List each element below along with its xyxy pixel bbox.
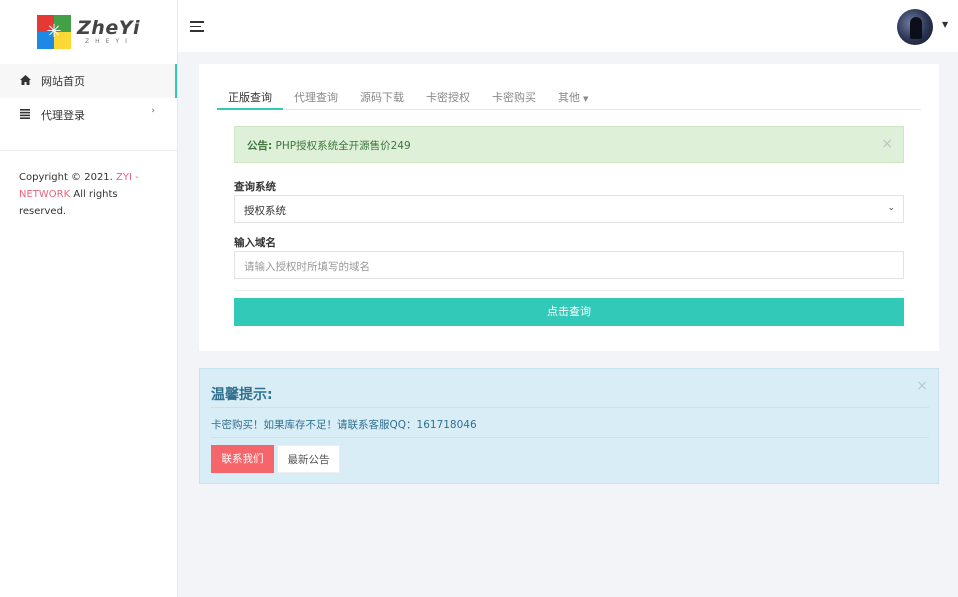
close-icon[interactable]: × xyxy=(881,136,893,152)
sidebar-item-label: 网站首页 xyxy=(41,75,85,88)
contact-us-button[interactable]: 联系我们 xyxy=(211,445,274,473)
divider xyxy=(211,407,929,408)
sidebar-item-agent-login[interactable]: 代理登录 › xyxy=(0,98,177,132)
tab-other[interactable]: 其他 ▼ xyxy=(547,82,599,110)
sidebar-item-home[interactable]: 网站首页 xyxy=(0,64,177,98)
tips-panel: 温馨提示: × 卡密购买！如果库存不足！请联系客服QQ：161718046 联系… xyxy=(199,368,939,484)
domain-label: 输入域名 xyxy=(234,237,276,249)
topbar: ▼ xyxy=(178,0,958,52)
system-select[interactable]: 授权系统 ⌄ xyxy=(234,195,904,223)
home-icon xyxy=(19,74,31,88)
close-icon[interactable]: × xyxy=(916,378,928,394)
tab-source-download[interactable]: 源码下载 xyxy=(349,82,415,110)
logo-tagline: ZHEYI xyxy=(85,38,133,45)
divider xyxy=(234,290,904,291)
logo-name: ZheYi xyxy=(77,17,140,39)
chevron-right-icon: › xyxy=(151,106,155,116)
chevron-down-icon: ⌄ xyxy=(887,203,895,213)
latest-news-button[interactable]: 最新公告 xyxy=(277,445,340,473)
list-icon xyxy=(19,108,31,122)
sidebar: ✳ ZheYi ZHEYI 网站首页 代理登录 › Copyright © 20… xyxy=(0,0,178,597)
tips-message: 卡密购买！如果库存不足！请联系客服QQ：161718046 xyxy=(211,419,477,431)
logo-mark-icon: ✳ xyxy=(37,15,72,49)
notice-title: 公告: xyxy=(247,140,273,152)
notice-text: PHP授权系统全开源售价249 xyxy=(272,140,411,152)
tab-card-purchase[interactable]: 卡密购买 xyxy=(481,82,547,110)
avatar[interactable] xyxy=(897,9,933,45)
tips-title: 温馨提示: xyxy=(211,387,273,403)
caret-down-icon: ▼ xyxy=(583,95,589,103)
divider xyxy=(211,437,929,438)
query-button[interactable]: 点击查询 xyxy=(234,298,904,326)
tab-card-authorize[interactable]: 卡密授权 xyxy=(415,82,481,110)
tab-bar: 正版查询 代理查询 源码下载 卡密授权 卡密购买 其他 ▼ xyxy=(217,82,921,110)
caret-down-icon[interactable]: ▼ xyxy=(942,20,948,29)
sidebar-item-label: 代理登录 xyxy=(41,109,85,122)
tab-agent-query[interactable]: 代理查询 xyxy=(283,82,349,110)
menu-toggle-icon[interactable] xyxy=(190,21,204,32)
domain-input[interactable]: 请输入授权时所填写的域名 xyxy=(234,251,904,279)
query-card: 正版查询 代理查询 源码下载 卡密授权 卡密购买 其他 ▼ 公告: PHP授权系统… xyxy=(199,64,939,351)
notice-alert: 公告: PHP授权系统全开源售价249 × xyxy=(234,126,904,163)
tab-genuine-query[interactable]: 正版查询 xyxy=(217,82,283,110)
copyright: Copyright © 2021. ZYI - NETWORK All righ… xyxy=(19,172,139,217)
system-label: 查询系统 xyxy=(234,181,276,193)
logo[interactable]: ✳ ZheYi ZHEYI xyxy=(0,0,177,64)
